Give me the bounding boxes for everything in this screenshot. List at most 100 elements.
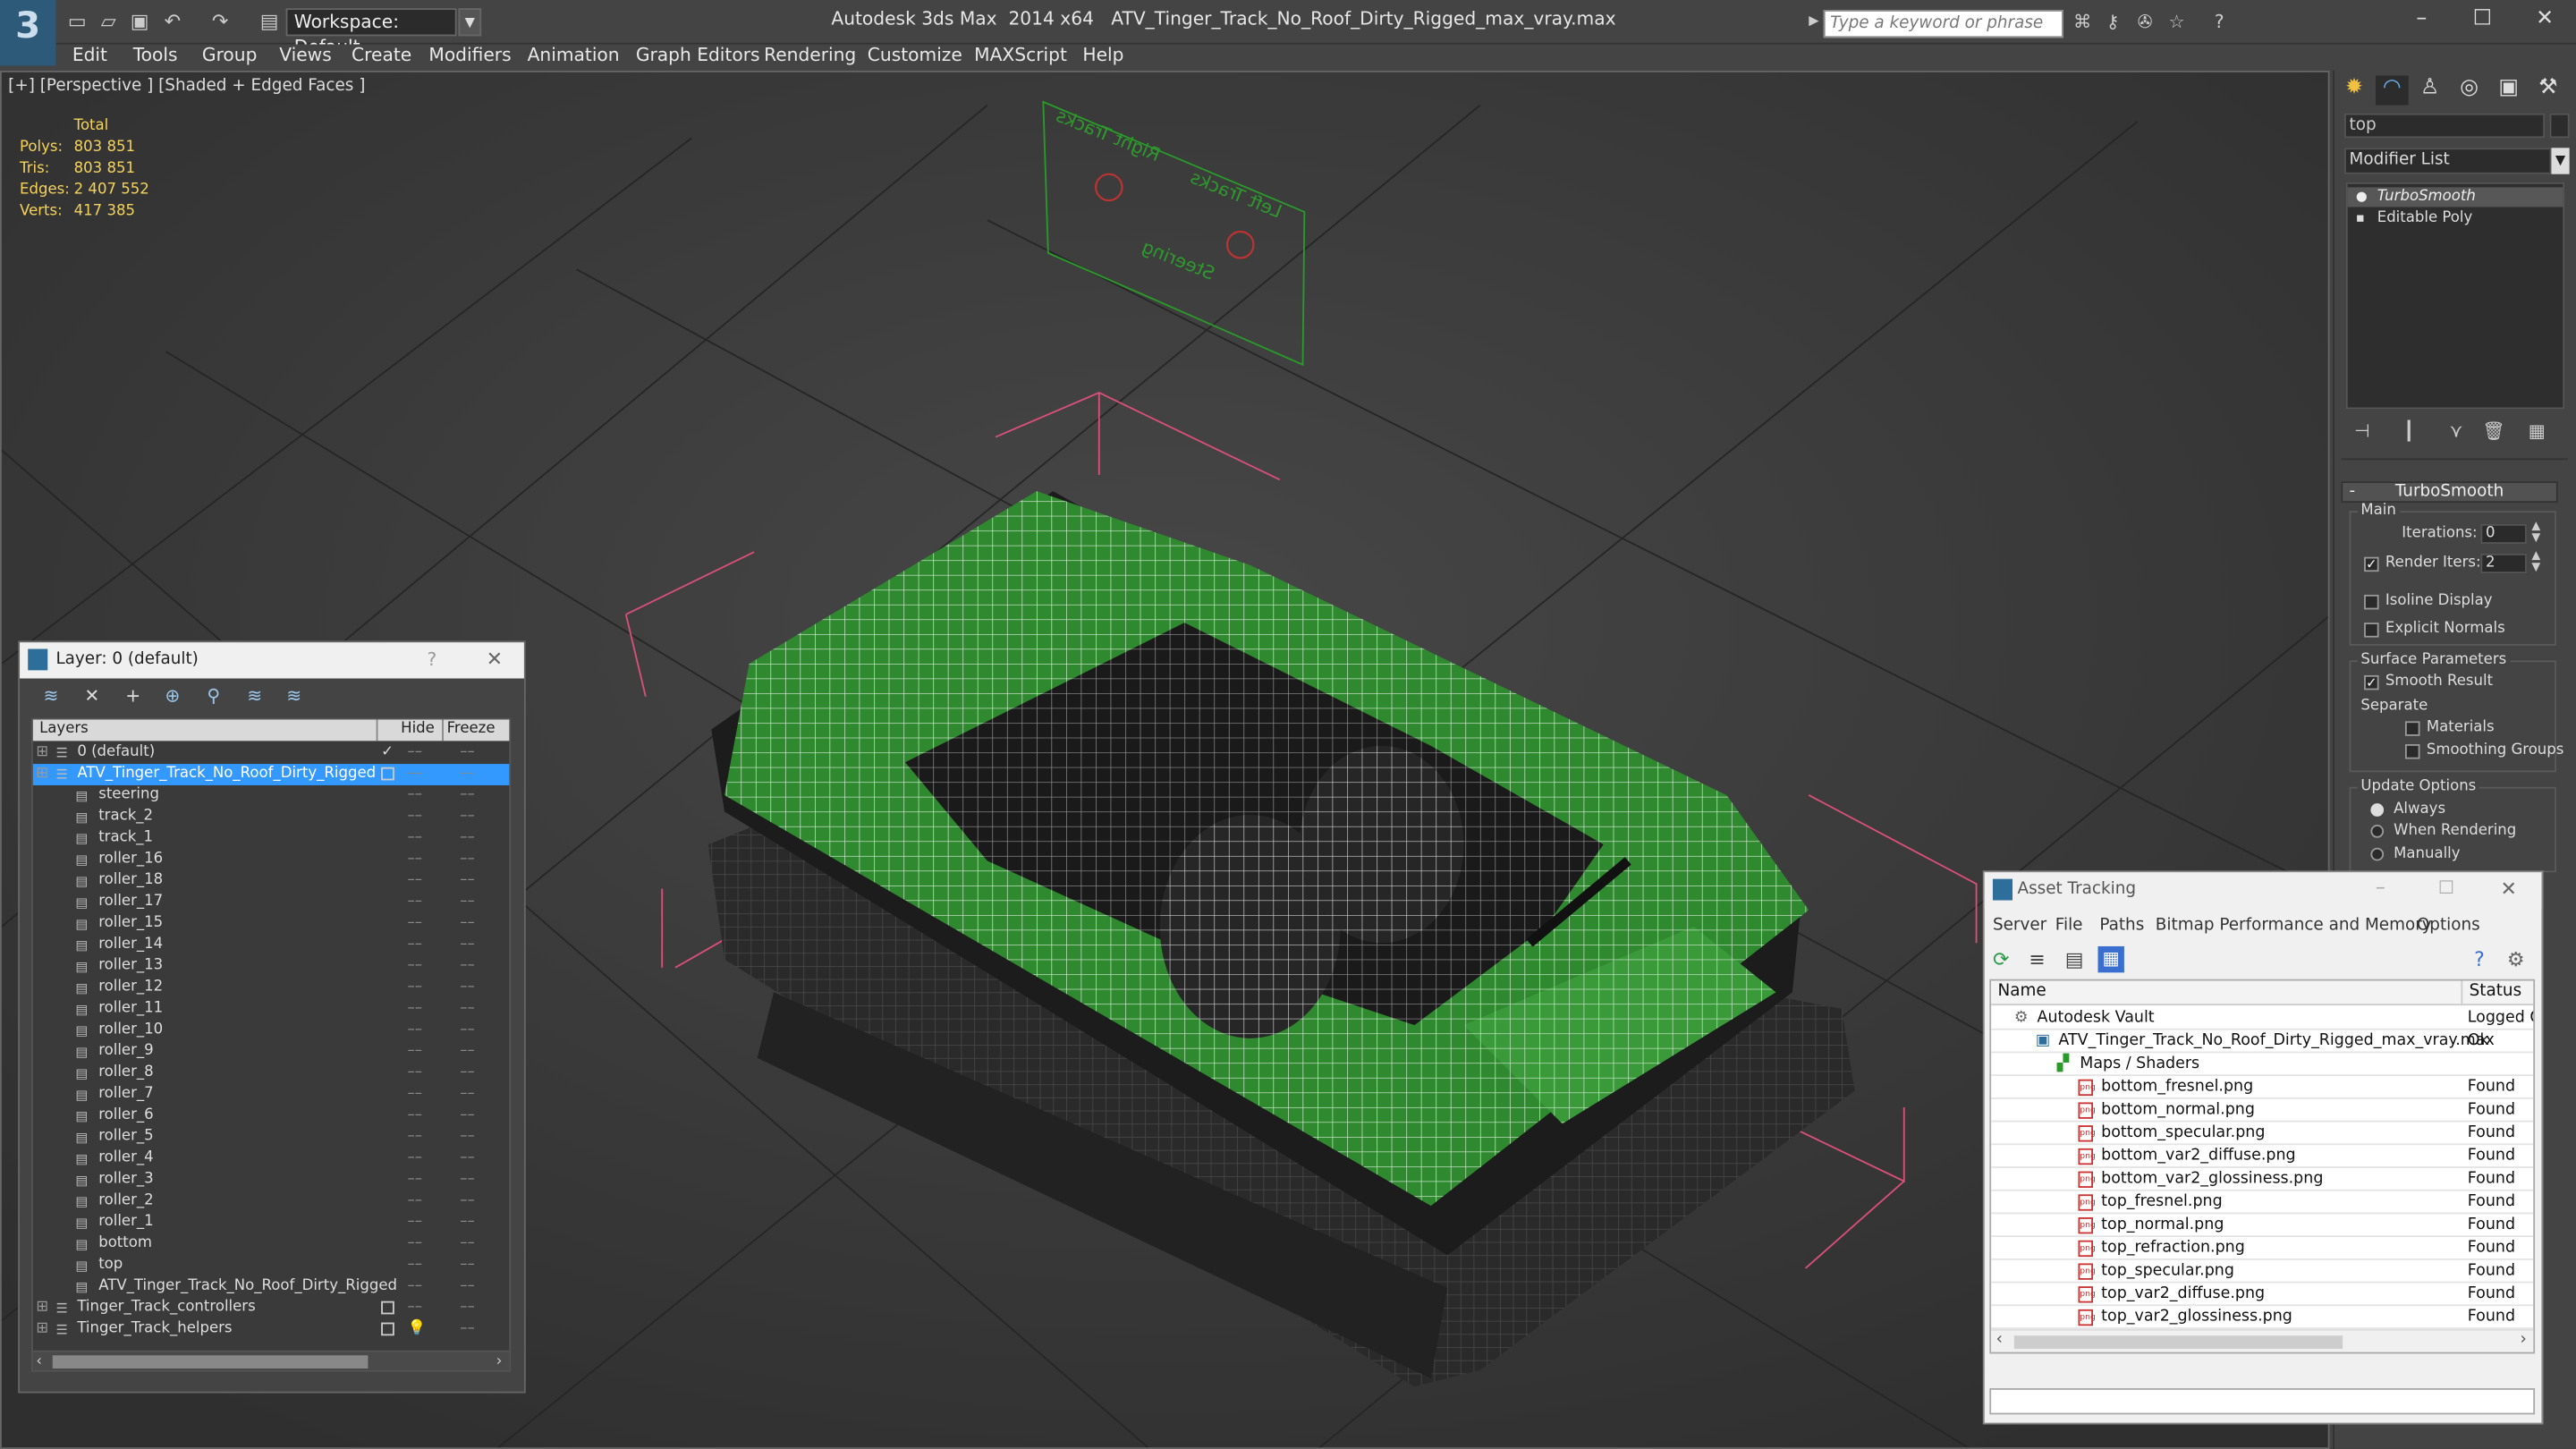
maximize-icon[interactable]: ☐ (2438, 877, 2454, 899)
asset-row[interactable]: png bottom_normal.png Found (1991, 1099, 2534, 1123)
hide-toggle[interactable]: –– (408, 956, 423, 978)
hide-toggle[interactable]: –– (408, 913, 423, 935)
hide-toggle[interactable]: –– (408, 999, 423, 1021)
asset-row[interactable]: ▣ ATV_Tinger_Track_No_Roof_Dirty_Rigged_m… (1991, 1030, 2534, 1054)
freeze-toggle[interactable]: –– (460, 956, 475, 978)
delete-layer-icon[interactable]: ✕ (79, 685, 105, 708)
layer-row[interactable]: ▤ roller_14 –– –– (33, 935, 510, 956)
object-name-input[interactable]: top (2344, 113, 2546, 139)
layer-row[interactable]: ▤ roller_11 –– –– (33, 999, 510, 1021)
horizontal-scrollbar[interactable]: ‹ › (1991, 1328, 2534, 1352)
play-icon[interactable]: ▶ (1809, 13, 1818, 29)
stack-item-turbosmooth[interactable]: ● TurboSmooth (2347, 187, 2563, 208)
freeze-toggle[interactable]: –– (460, 999, 475, 1021)
layer-row[interactable]: ▤ bottom –– –– (33, 1233, 510, 1255)
asset-row[interactable]: png top_fresnel.png Found (1991, 1191, 2534, 1215)
menu-edit[interactable]: Edit (72, 45, 107, 68)
help-icon[interactable]: ? (2215, 12, 2224, 33)
layer-window-title[interactable]: Layer: 0 (default) (20, 642, 524, 679)
freeze-toggle[interactable]: –– (460, 785, 475, 807)
hide-all-icon[interactable]: ≋ (242, 685, 267, 708)
freeze-toggle[interactable]: –– (460, 764, 475, 785)
hide-toggle[interactable]: –– (408, 1063, 423, 1084)
asset-row[interactable]: ⚙ Autodesk Vault Logged O (1991, 1007, 2533, 1030)
scrollbar-thumb[interactable] (2013, 1335, 2343, 1349)
menu-graph-editors[interactable]: Graph Editors (636, 45, 760, 68)
freeze-toggle[interactable]: –– (460, 1041, 475, 1063)
hide-toggle[interactable]: –– (408, 1041, 423, 1063)
layer-row[interactable]: ▤ ATV_Tinger_Track_No_Roof_Dirty_Rigged ––… (33, 1276, 510, 1298)
hide-toggle[interactable]: –– (408, 850, 423, 871)
hide-toggle[interactable]: –– (408, 1127, 423, 1148)
hide-toggle[interactable]: –– (408, 1191, 423, 1213)
stack-item-editable-poly[interactable]: ▪ Editable Poly (2348, 208, 2563, 228)
materials-checkbox[interactable] (2404, 721, 2420, 736)
list-view-icon[interactable]: ≡ (2029, 948, 2045, 971)
search-input[interactable]: Type a keyword or phrase (1823, 10, 2063, 38)
menu-file[interactable]: File (2055, 917, 2083, 935)
expand-icon[interactable]: ⊞ (36, 1298, 48, 1319)
isoline-checkbox[interactable] (2364, 594, 2379, 610)
hide-toggle[interactable]: –– (408, 1213, 423, 1234)
scroll-left-icon[interactable]: ‹ (36, 1353, 42, 1369)
add-to-layer-icon[interactable]: + (120, 685, 146, 708)
open-file-icon[interactable]: ▱ (97, 10, 120, 33)
close-icon[interactable]: ✕ (2501, 877, 2517, 901)
layer-row[interactable]: ▤ roller_10 –– –– (33, 1021, 510, 1042)
scroll-left-icon[interactable]: ‹ (1996, 1331, 2003, 1349)
key-icon[interactable]: ⚷ (2106, 12, 2120, 33)
freeze-toggle[interactable]: –– (460, 1148, 475, 1170)
asset-path-field[interactable] (1989, 1388, 2536, 1415)
layer-row[interactable]: ▤ roller_18 –– –– (33, 870, 510, 892)
scrollbar-thumb[interactable] (52, 1355, 369, 1368)
close-icon[interactable]: ✕ (487, 648, 503, 671)
lightbulb-icon[interactable]: ● (2356, 187, 2368, 207)
hide-toggle[interactable]: –– (408, 785, 423, 807)
freeze-toggle[interactable]: –– (460, 1298, 475, 1319)
hide-toggle[interactable]: –– (408, 1298, 423, 1319)
asset-row[interactable]: png bottom_specular.png Found (1991, 1122, 2534, 1146)
layer-row[interactable]: ▤ top –– –– (33, 1255, 510, 1276)
hide-toggle[interactable]: –– (408, 1276, 423, 1298)
app-logo-icon[interactable]: 3 (0, 0, 56, 66)
modifier-list-dropdown[interactable]: Modifier List (2344, 148, 2552, 174)
make-unique-icon[interactable]: ⋎ (2450, 420, 2463, 442)
layer-row[interactable]: ▤ roller_3 –– –– (33, 1170, 510, 1191)
redo-icon[interactable]: ↷ (208, 10, 232, 33)
layer-row[interactable]: ▤ roller_6 –– –– (33, 1106, 510, 1127)
asset-row[interactable]: png bottom_fresnel.png Found (1991, 1076, 2534, 1099)
hide-toggle[interactable]: –– (408, 978, 423, 999)
current-layer-toggle[interactable] (381, 1298, 394, 1319)
menu-help[interactable]: Help (1082, 45, 1123, 68)
layer-row[interactable]: ▤ track_2 –– –– (33, 807, 510, 828)
modify-tab-icon[interactable]: ◠ (2375, 75, 2409, 106)
asset-row[interactable]: png bottom_var2_glossiness.png Found (1991, 1168, 2534, 1191)
layer-row[interactable]: ⊞ ☰ 0 (default) ✓ –– –– (33, 742, 510, 764)
render-iters-spinner[interactable]: 2 (2480, 553, 2527, 574)
freeze-toggle[interactable]: –– (460, 1191, 475, 1213)
hide-toggle[interactable]: –– (408, 1021, 423, 1042)
configure-sets-icon[interactable]: ▦ (2529, 420, 2546, 442)
expand-icon[interactable]: ⊞ (36, 1319, 48, 1341)
refresh-icon[interactable]: ⟳ (1993, 948, 2009, 971)
always-radio[interactable] (2370, 803, 2385, 817)
menu-bitmap-performance[interactable]: Bitmap Performance and Memory (2156, 917, 2432, 935)
undo-icon[interactable]: ↶ (161, 10, 184, 33)
col-name[interactable]: Name (1997, 982, 2046, 1000)
smooth-result-checkbox[interactable]: ✓ (2364, 674, 2379, 691)
hide-toggle[interactable]: 💡 (408, 1319, 427, 1341)
asset-row[interactable]: png top_var2_glossiness.png Found (1991, 1306, 2534, 1329)
hide-toggle[interactable]: –– (408, 870, 423, 892)
new-file-icon[interactable]: ▭ (65, 10, 89, 33)
project-folder-icon[interactable]: ▤ (258, 10, 281, 33)
hide-toggle[interactable]: –– (408, 892, 423, 913)
render-iters-checkbox[interactable]: ✓ (2364, 556, 2379, 572)
close-icon[interactable]: ✕ (2529, 6, 2562, 31)
freeze-toggle[interactable]: –– (460, 1021, 475, 1042)
hide-toggle[interactable]: –– (408, 764, 423, 785)
expand-icon[interactable]: ⊞ (36, 764, 48, 785)
layer-row[interactable]: ▤ roller_4 –– –– (33, 1148, 510, 1170)
asset-row[interactable]: png top_normal.png Found (1991, 1214, 2534, 1238)
layer-row[interactable]: ▤ roller_7 –– –– (33, 1084, 510, 1106)
explicit-normals-checkbox[interactable] (2364, 623, 2379, 638)
